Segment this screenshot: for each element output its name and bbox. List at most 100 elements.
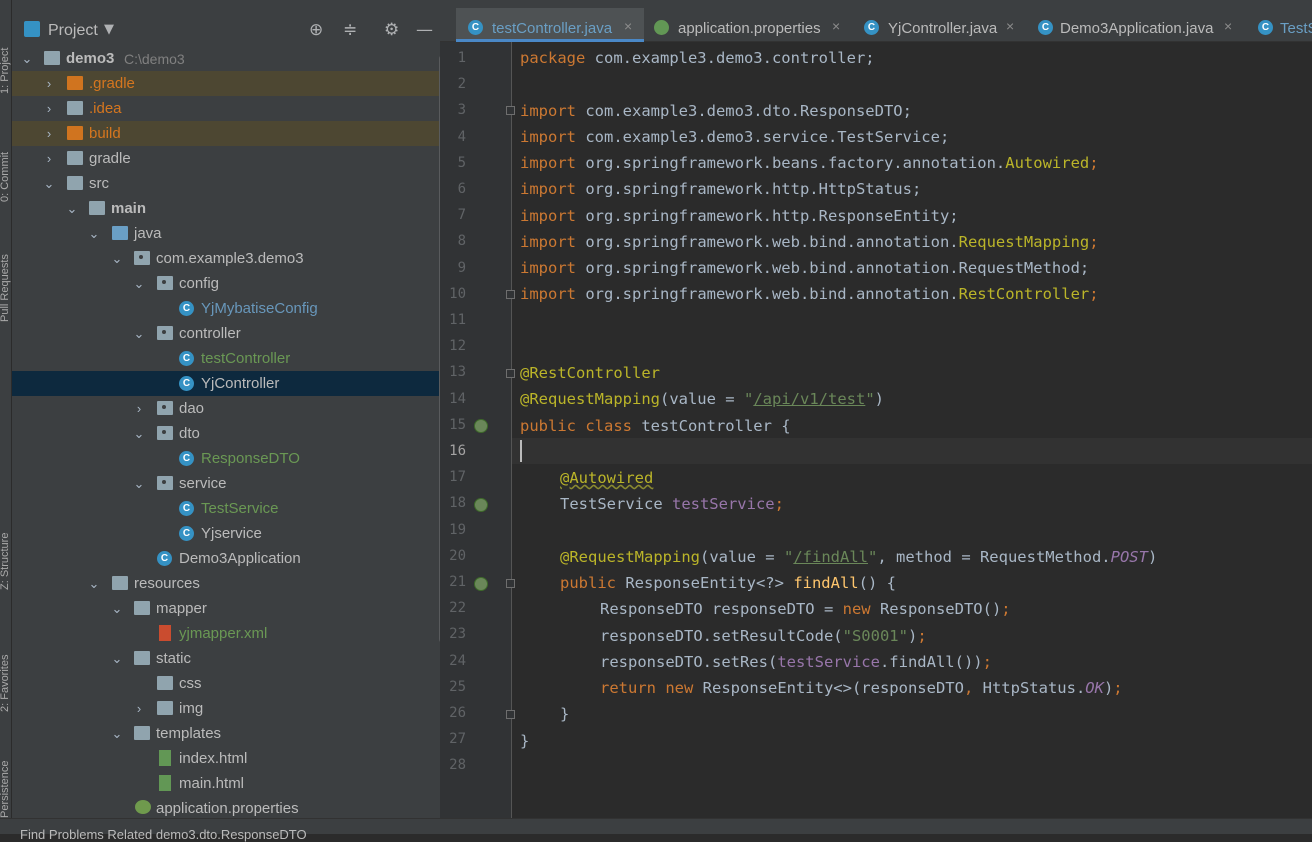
chevron-right-icon[interactable]: › [42,71,56,96]
class-icon: C [864,20,879,35]
close-icon[interactable]: × [1224,18,1232,34]
line-number: 16 [449,443,466,459]
tool-window-persistence[interactable]: Persistence [0,738,11,818]
tree-item-templates[interactable]: ⌄ templates [12,721,440,746]
chevron-down-icon[interactable]: ⌄ [65,196,79,221]
chevron-right-icon[interactable]: › [42,121,56,146]
chevron-down-icon[interactable]: ⌄ [132,321,146,346]
tree-item-label: img [179,700,204,717]
chevron-down-icon[interactable]: ⌄ [132,471,146,496]
tab-testservice[interactable]: C TestS [1244,8,1312,42]
chevron-down-icon[interactable]: ⌄ [42,171,56,196]
project-panel-header: Project ▼ ⊕ ≑ ⚙ — [12,16,440,46]
spring-bean-icon[interactable] [474,419,488,433]
tree-item-controller[interactable]: ⌄ controller [12,321,440,346]
code-line-4: import com.example3.demo3.service.TestSe… [520,124,1310,150]
code-line-10: import org.springframework.web.bind.anno… [520,281,1310,307]
chevron-down-icon[interactable]: ▼ [104,22,114,37]
tree-item-testservice[interactable]: C TestService [12,496,440,521]
code-editor[interactable]: 1 2 3 4 5 6 7 8 9 10 11 12 13 14 15 16 17 18 19 20 21 22 23 24 2… [440,42,1312,818]
chevron-right-icon[interactable]: › [42,146,56,171]
tool-window-commit[interactable]: 0: Commit [0,122,11,202]
tree-item-service[interactable]: ⌄ service [12,471,440,496]
tree-item-idea[interactable]: › .idea [12,96,440,121]
chevron-down-icon[interactable]: ⌄ [110,596,124,621]
chevron-down-icon[interactable]: ⌄ [20,46,34,71]
chevron-down-icon[interactable]: ⌄ [87,221,101,246]
chevron-right-icon[interactable]: › [132,696,146,721]
fold-marker[interactable] [506,106,515,115]
fold-marker[interactable] [506,579,515,588]
locate-icon[interactable]: ⊕ [309,20,323,40]
tab-demo3application[interactable]: C Demo3Application.java × [1026,8,1244,42]
collapse-all-icon[interactable]: ≑ [343,20,357,40]
tree-item-main[interactable]: ⌄ main [12,196,440,221]
tree-item-css[interactable]: css [12,671,440,696]
tree-item-static[interactable]: ⌄ static [12,646,440,671]
tree-item-yjmybatiseconfig[interactable]: C YjMybatiseConfig [12,296,440,321]
close-icon[interactable]: × [1006,18,1014,34]
tree-item-resources[interactable]: ⌄ resources [12,571,440,596]
left-tool-strip: 1: Project 0: Commit Pull Requests Z: St… [0,0,12,834]
code-token: import [520,102,576,120]
code-token: HttpStatus. [973,679,1086,697]
tree-item-src[interactable]: ⌄ src [12,171,440,196]
tree-item-yjservice[interactable]: C Yjservice [12,521,440,546]
tree-item-dao[interactable]: › dao [12,396,440,421]
tool-window-structure[interactable]: Z: Structure [0,500,11,590]
tree-item-build[interactable]: › build [12,121,440,146]
line-number: 8 [457,233,466,250]
tree-item-gradle[interactable]: › gradle [12,146,440,171]
chevron-down-icon[interactable]: ⌄ [110,646,124,671]
tool-window-pull-requests[interactable]: Pull Requests [0,232,11,322]
tree-item-demo3[interactable]: ⌄ demo3 C:\demo3 [12,46,440,71]
fold-marker[interactable] [506,369,515,378]
code-token: import [520,285,576,303]
tree-item-demo3application[interactable]: C Demo3Application [12,546,440,571]
tree-item-responsedto[interactable]: C ResponseDTO [12,446,440,471]
code-token: RestController [958,285,1090,303]
fold-marker[interactable] [506,710,515,719]
spring-autowired-icon[interactable] [474,498,488,512]
fold-marker[interactable] [506,290,515,299]
line-number: 19 [449,521,466,538]
gear-icon[interactable]: ⚙ [384,20,399,40]
tree-item-index-html[interactable]: index.html [12,746,440,771]
close-icon[interactable]: × [832,18,840,34]
tree-item-config[interactable]: ⌄ config [12,271,440,296]
chevron-down-icon[interactable]: ⌄ [110,246,124,271]
tree-item-mapper[interactable]: ⌄ mapper [12,596,440,621]
tree-item-img[interactable]: › img [12,696,440,721]
tab-label: Demo3Application.java [1060,20,1214,37]
tab-application-properties[interactable]: application.properties × [644,8,850,42]
code-token: org.springframework.web.bind.annotation.… [576,259,1090,277]
tree-item-application-properties[interactable]: application.properties [12,796,440,818]
spring-endpoint-icon[interactable] [474,577,488,591]
tool-window-project[interactable]: 1: Project [0,14,11,94]
tree-item-package-demo3[interactable]: ⌄ com.example3.demo3 [12,246,440,271]
chevron-down-icon[interactable]: ⌄ [110,721,124,746]
tree-item-testcontroller[interactable]: C testController [12,346,440,371]
tree-item-yjmapper-xml[interactable]: yjmapper.xml [12,621,440,646]
code-token[interactable]: /findAll [793,548,868,566]
hide-icon[interactable]: — [416,20,433,40]
tab-yjcontroller[interactable]: C YjController.java × [850,8,1026,42]
tab-testcontroller[interactable]: C testController.java × [456,8,644,42]
close-icon[interactable]: × [624,18,632,34]
chevron-down-icon[interactable]: ⌄ [132,421,146,446]
tree-item-gradle-cache[interactable]: › .gradle [12,71,440,96]
chevron-right-icon[interactable]: › [42,96,56,121]
tree-item-path: C:\demo3 [124,51,185,67]
tree-item-java[interactable]: ⌄ java [12,221,440,246]
code-token[interactable]: /api/v1/test [753,390,865,408]
code-token: import [520,180,576,198]
bottom-bar-text[interactable]: Find Problems Related demo3.dto.Response… [20,827,307,842]
tree-item-main-html[interactable]: main.html [12,771,440,796]
tree-item-dto[interactable]: ⌄ dto [12,421,440,446]
project-panel-title[interactable]: Project [48,22,98,40]
chevron-down-icon[interactable]: ⌄ [87,571,101,596]
tool-window-favorites[interactable]: 2: Favorites [0,622,11,712]
chevron-down-icon[interactable]: ⌄ [132,271,146,296]
chevron-right-icon[interactable]: › [132,396,146,421]
tree-item-yjcontroller[interactable]: C YjController [12,371,440,396]
